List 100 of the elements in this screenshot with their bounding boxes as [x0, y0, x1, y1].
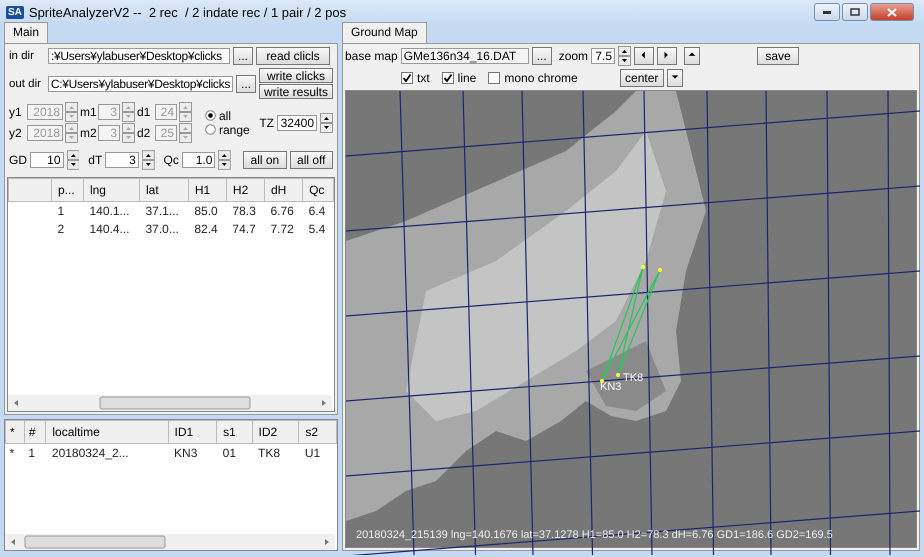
- table-cell-text: 82.4: [193, 221, 219, 238]
- table-cell: 1: [24, 444, 46, 462]
- spin-buttons[interactable]: [142, 150, 155, 170]
- param-label: Qc: [164, 153, 179, 167]
- action-button[interactable]: write results: [259, 84, 333, 99]
- app-logo: SA: [6, 6, 24, 18]
- spin-buttons[interactable]: [618, 46, 632, 66]
- zoom-label: zoom: [558, 49, 588, 63]
- checkbox[interactable]: [442, 72, 454, 84]
- station-marker: [600, 379, 604, 383]
- table-cell-text: 2: [56, 221, 66, 238]
- table-cell: 78.3: [226, 202, 264, 220]
- pan-right-button[interactable]: [657, 47, 678, 65]
- table-cell: 20180324_2...: [46, 444, 168, 462]
- pan-down-button[interactable]: [666, 69, 683, 87]
- radio-button[interactable]: [205, 110, 216, 121]
- directory-field[interactable]: C:¥Users¥ylabuser¥Desktop¥clicks: [48, 76, 234, 92]
- column-header[interactable]: Qc: [302, 178, 334, 202]
- maximize-icon: [850, 8, 860, 16]
- minimize-icon: [823, 10, 831, 14]
- table-cell-text: 37.0...: [144, 221, 180, 238]
- ground-map-tab[interactable]: Ground Map: [342, 22, 427, 43]
- column-header[interactable]: localtime: [46, 420, 168, 444]
- date-label: d1: [137, 105, 152, 119]
- checkbox[interactable]: [401, 72, 413, 84]
- param-field[interactable]: 3: [105, 152, 139, 168]
- action-button[interactable]: write clicks: [259, 68, 333, 83]
- station-label: KN3: [600, 381, 622, 393]
- column-header[interactable]: *: [6, 420, 24, 444]
- spin-buttons[interactable]: [218, 150, 232, 170]
- param-label: GD: [9, 153, 27, 167]
- checkbox-label: txt: [417, 71, 430, 85]
- column-header[interactable]: dH: [264, 178, 303, 202]
- pan-up-button[interactable]: [684, 47, 700, 65]
- main-tab[interactable]: Main: [4, 22, 48, 43]
- window-title: SpriteAnalyzerV2 -- 2 rec / 2 indate rec / 1 pair / 2 pos: [28, 4, 348, 20]
- zoom-field[interactable]: 7.5: [591, 48, 616, 64]
- column-header[interactable]: H1: [188, 178, 226, 202]
- column-header[interactable]: #: [24, 420, 46, 444]
- param-label: dT: [88, 153, 102, 167]
- toggle-button[interactable]: all off: [290, 151, 333, 169]
- table-cell: 140.1...: [83, 202, 140, 220]
- checkbox[interactable]: [488, 72, 500, 84]
- dir-label: in dir: [9, 50, 35, 62]
- horizontal-scrollbar[interactable]: [8, 395, 332, 411]
- param-field[interactable]: 1.0: [182, 152, 216, 168]
- maximize-button[interactable]: [842, 3, 868, 21]
- action-button[interactable]: read clicls: [256, 47, 330, 65]
- table-cell: 6.4: [302, 202, 334, 220]
- dir-label: out dir: [9, 78, 42, 90]
- column-header[interactable]: s1: [216, 420, 252, 444]
- point-marker: [641, 265, 645, 269]
- tz-field[interactable]: 32400: [277, 114, 317, 130]
- table-cell: TK8: [252, 444, 299, 462]
- column-header[interactable]: p...: [52, 178, 84, 202]
- table-cell: KN3: [168, 444, 217, 462]
- table-cell-text: 5.4: [308, 221, 326, 238]
- table-cell: *: [6, 444, 24, 462]
- browse-button[interactable]: ...: [236, 74, 256, 92]
- radio-label: range: [219, 122, 250, 136]
- radio-button[interactable]: [205, 124, 216, 135]
- column-header[interactable]: lng: [83, 178, 140, 202]
- center-button[interactable]: center: [620, 69, 664, 87]
- table-cell: 85.0: [188, 202, 226, 220]
- checkbox-label: line: [458, 71, 476, 85]
- spin-buttons[interactable]: [320, 112, 333, 132]
- pan-left-button[interactable]: [634, 47, 654, 65]
- checkbox-label: mono chrome: [504, 71, 578, 85]
- column-header[interactable]: H2: [226, 178, 264, 202]
- column-header[interactable]: lat: [140, 178, 188, 202]
- table-cell-text: 140.4...: [88, 221, 130, 238]
- date-label: y1: [9, 105, 23, 119]
- base-map-label: base map: [345, 49, 398, 63]
- toggle-button[interactable]: all on: [243, 151, 287, 169]
- close-button[interactable]: [870, 3, 914, 21]
- table-cell-text: 74.7: [231, 221, 257, 238]
- browse-button[interactable]: ...: [532, 47, 552, 65]
- tz-label: TZ: [259, 116, 274, 130]
- table-cell-text: 7.72: [270, 221, 295, 238]
- spin-buttons[interactable]: [66, 150, 80, 170]
- date-label: m2: [80, 126, 96, 140]
- table-cell: 6.76: [264, 202, 303, 220]
- browse-button[interactable]: ...: [233, 47, 253, 65]
- horizontal-scrollbar[interactable]: [5, 534, 335, 550]
- param-field[interactable]: 10: [30, 152, 64, 168]
- base-map-field[interactable]: GMe136n34_16.DAT: [400, 48, 529, 64]
- column-header[interactable]: ID2: [252, 420, 299, 444]
- column-header[interactable]: s2: [298, 420, 336, 444]
- table-cell: 37.1...: [140, 202, 188, 220]
- table-cell: U1: [298, 444, 336, 462]
- minimize-button[interactable]: [814, 3, 840, 21]
- directory-field[interactable]: :¥Users¥ylabuser¥Desktop¥clicks: [48, 48, 230, 64]
- station-marker: [616, 373, 620, 377]
- column-header[interactable]: ID1: [168, 420, 217, 444]
- table-cell: 01: [216, 444, 252, 462]
- date-label: m1: [80, 105, 96, 119]
- table-cell: 1: [52, 202, 84, 220]
- save-button[interactable]: save: [757, 47, 800, 65]
- close-icon: [887, 8, 897, 16]
- radio-label: all: [219, 108, 232, 122]
